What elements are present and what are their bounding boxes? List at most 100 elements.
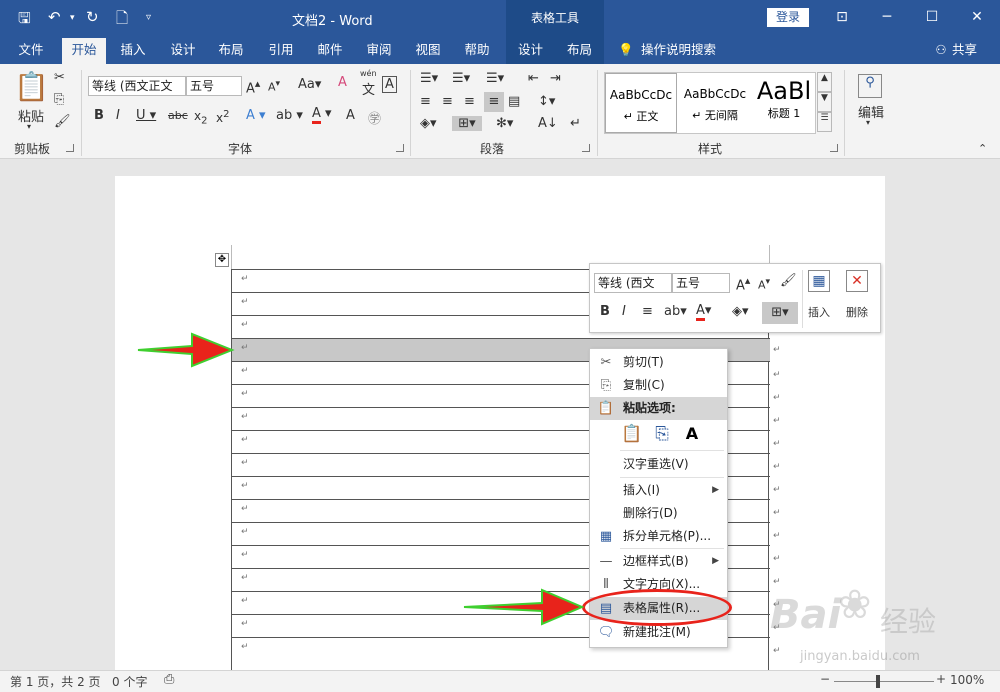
font-size-box[interactable]: 五号 xyxy=(186,76,242,96)
superscript-icon[interactable]: x2 xyxy=(216,109,229,125)
mini-font-size-box[interactable]: 五号 xyxy=(672,273,730,293)
cut-icon[interactable]: ✂ xyxy=(54,70,65,85)
character-shading-icon[interactable]: A xyxy=(346,108,355,123)
align-center-icon[interactable]: ≡ xyxy=(442,94,453,109)
style-heading-1[interactable]: AaBl 标题 1 xyxy=(751,73,815,133)
mini-center-icon[interactable]: ≡ xyxy=(642,304,653,319)
tell-me-search[interactable]: 操作说明搜索 xyxy=(641,36,716,64)
align-right-icon[interactable]: ≡ xyxy=(464,94,475,109)
mini-italic-icon[interactable]: I xyxy=(622,304,626,319)
collapse-ribbon-icon[interactable]: ⌃ xyxy=(978,142,987,155)
menu-item-insert[interactable]: 插入(I) ▶ xyxy=(590,479,727,502)
style-no-spacing[interactable]: AaBbCcDc ↵ 无间隔 xyxy=(679,73,751,133)
clipboard-launcher-icon[interactable] xyxy=(66,144,74,152)
customize-quick-access-icon[interactable]: ▿ xyxy=(146,12,151,23)
justify-icon[interactable]: ≡ xyxy=(484,92,504,112)
menu-item-delete-row[interactable]: 删除行(D) xyxy=(590,502,727,525)
menu-item-cut[interactable]: ✂ 剪切(T) xyxy=(590,351,727,374)
clear-formatting-icon[interactable]: A xyxy=(338,75,347,90)
underline-icon[interactable]: U ▾ xyxy=(136,108,156,123)
mini-bold-icon[interactable]: B xyxy=(600,304,610,319)
tab-table-design[interactable]: 设计 xyxy=(506,36,555,64)
gallery-down-icon[interactable]: ▼ xyxy=(817,92,832,112)
strikethrough-icon[interactable]: abc xyxy=(168,109,188,122)
mini-shading-icon[interactable]: ◈▾ xyxy=(732,304,749,319)
table-move-handle-icon[interactable]: ✥ xyxy=(215,253,229,267)
mini-font-name-box[interactable]: 等线 (西文 xyxy=(594,273,672,293)
editing-button-label[interactable]: 编辑 xyxy=(858,102,884,121)
zoom-level[interactable]: 100% xyxy=(950,673,984,687)
minimize-button[interactable]: ─ xyxy=(872,6,902,30)
change-case-icon[interactable]: Aa▾ xyxy=(298,77,321,92)
bold-icon[interactable]: B xyxy=(94,108,104,123)
mini-format-painter-icon[interactable]: 🖌 xyxy=(780,273,797,288)
phonetic-guide-icon[interactable]: 文 xyxy=(362,79,375,98)
redo-icon[interactable]: ↻ xyxy=(86,8,99,26)
tab-table-layout[interactable]: 布局 xyxy=(555,36,604,64)
tab-view[interactable]: 视图 xyxy=(407,36,449,64)
find-icon[interactable]: ⚲ xyxy=(858,74,882,98)
ribbon-display-options-icon[interactable]: ⊡ xyxy=(827,6,857,30)
undo-icon[interactable]: ↶ xyxy=(48,8,61,26)
tab-file[interactable]: 文件 xyxy=(10,36,52,64)
undo-dropdown-icon[interactable]: ▾ xyxy=(70,13,75,23)
tab-insert[interactable]: 插入 xyxy=(112,36,154,64)
mini-grow-font-icon[interactable]: A▴ xyxy=(736,274,750,293)
mini-insert-label[interactable]: 插入 xyxy=(808,304,830,320)
increase-indent-icon[interactable]: ⇥ xyxy=(550,71,561,86)
word-count[interactable]: 0 个字 xyxy=(112,673,147,690)
maximize-button[interactable]: ☐ xyxy=(917,6,947,30)
zoom-slider-track[interactable] xyxy=(834,681,934,682)
text-effects-icon[interactable]: A ▾ xyxy=(246,108,266,123)
copy-icon[interactable]: ⎘ xyxy=(54,92,64,107)
proofing-icon[interactable]: ⎙ xyxy=(164,672,174,687)
format-painter-icon[interactable]: 🖌 xyxy=(54,114,71,129)
gallery-more-icon[interactable]: ☰ xyxy=(817,112,832,132)
paste-merge-formatting-icon[interactable]: ⎘ xyxy=(650,422,674,446)
zoom-in-button[interactable]: + xyxy=(936,672,946,686)
font-color-icon[interactable]: A ▾ xyxy=(312,106,332,124)
close-button[interactable]: ✕ xyxy=(962,6,992,30)
mini-shrink-font-icon[interactable]: A▾ xyxy=(758,276,770,292)
tab-review[interactable]: 审阅 xyxy=(358,36,400,64)
share-button[interactable]: 共享 xyxy=(952,36,977,64)
shrink-font-icon[interactable]: A▾ xyxy=(268,78,280,94)
tab-mailings[interactable]: 邮件 xyxy=(309,36,351,64)
enclose-characters-icon[interactable]: ㊫ xyxy=(368,108,381,127)
distributed-icon[interactable]: ▤ xyxy=(508,94,520,109)
styles-launcher-icon[interactable] xyxy=(830,144,838,152)
menu-item-border-styles[interactable]: — 边框样式(B) ▶ xyxy=(590,550,727,573)
sort-icon[interactable]: A↓ xyxy=(538,116,558,131)
paragraph-launcher-icon[interactable] xyxy=(582,144,590,152)
italic-icon[interactable]: I xyxy=(116,108,120,123)
page-count[interactable]: 第 1 页，共 2 页 xyxy=(10,673,101,690)
paste-text-only-icon[interactable]: A xyxy=(680,422,704,446)
mini-insert-icon[interactable]: ▦ xyxy=(808,270,830,292)
menu-item-copy[interactable]: ⎘ 复制(C) xyxy=(590,374,727,397)
shading-icon[interactable]: ◈▾ xyxy=(420,116,437,131)
save-icon[interactable]: 🖫 xyxy=(18,8,31,33)
zoom-out-button[interactable]: − xyxy=(820,672,830,686)
subscript-icon[interactable]: x2 xyxy=(194,109,207,126)
highlight-color-icon[interactable]: ab ▾ xyxy=(276,108,303,123)
character-border-icon[interactable]: A xyxy=(382,76,397,93)
style-normal[interactable]: AaBbCcDc ↵ 正文 xyxy=(605,73,677,133)
tab-home[interactable]: 开始 xyxy=(62,38,106,64)
line-spacing-icon[interactable]: ↕▾ xyxy=(538,94,555,109)
menu-item-reconvert[interactable]: 汉字重选(V) xyxy=(590,453,727,476)
font-launcher-icon[interactable] xyxy=(396,144,404,152)
paste-keep-formatting-icon[interactable]: 📋 xyxy=(620,422,644,446)
mini-delete-label[interactable]: 删除 xyxy=(846,304,868,320)
decrease-indent-icon[interactable]: ⇤ xyxy=(528,71,539,86)
tab-layout[interactable]: 布局 xyxy=(210,36,252,64)
tab-design[interactable]: 设计 xyxy=(162,36,204,64)
grow-font-icon[interactable]: A▴ xyxy=(246,77,260,96)
tab-help[interactable]: 帮助 xyxy=(456,36,498,64)
borders-icon[interactable]: ⊞▾ xyxy=(452,116,482,131)
numbering-icon[interactable]: ☰▾ xyxy=(452,71,470,86)
mini-delete-icon[interactable]: ✕ xyxy=(846,270,868,292)
gallery-up-icon[interactable]: ▲ xyxy=(817,72,832,92)
show-marks-icon[interactable]: ↵ xyxy=(570,116,581,131)
paste-dropdown-icon[interactable]: ▾ xyxy=(27,122,31,131)
align-left-icon[interactable]: ≡ xyxy=(420,94,431,109)
